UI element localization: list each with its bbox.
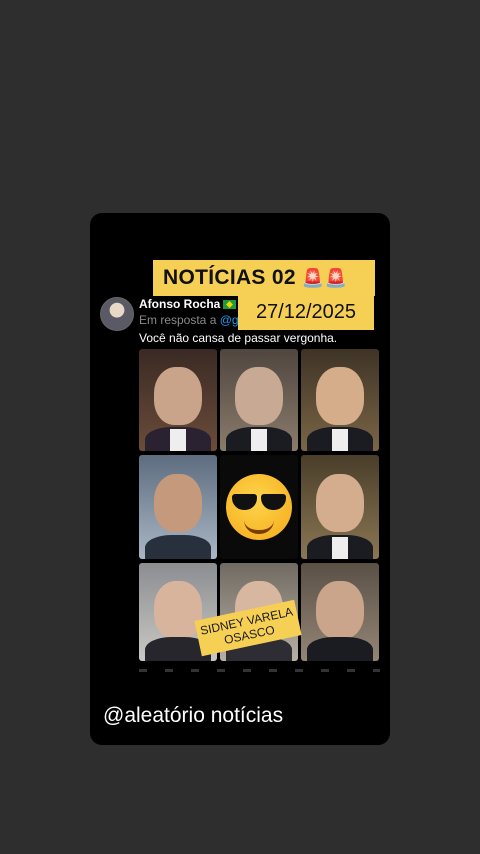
portrait-collar [251, 429, 267, 451]
portrait-collar [332, 537, 348, 559]
tweet-author[interactable]: Afonso Rocha [139, 297, 237, 311]
portrait-face [316, 367, 364, 426]
author-avatar[interactable] [100, 297, 134, 331]
reply-prefix: Em resposta a [139, 313, 217, 327]
portrait-face [316, 473, 364, 532]
portrait-face [235, 367, 283, 426]
news-date-tag: 27/12/2025 [238, 295, 374, 330]
sunglasses-emoji-icon [226, 474, 292, 540]
reply-line: Em resposta a @gl [139, 313, 241, 327]
portrait-face [154, 473, 202, 532]
portrait-collar [170, 429, 186, 451]
smile [244, 520, 274, 534]
photo-cell-5: BR RA [220, 455, 298, 559]
portrait-face [154, 367, 202, 426]
news-title-tag: NOTÍCIAS 02 🚨🚨 [153, 260, 375, 296]
portrait-collar [332, 429, 348, 451]
brazil-flag-icon [223, 300, 237, 310]
photo-cell-4 [139, 455, 217, 559]
story-card: Afonso Rocha Em resposta a @gl Você não … [90, 213, 390, 745]
photo-cell-3 [301, 349, 379, 451]
photo-cell-9 [301, 563, 379, 661]
photo-cell-6 [301, 455, 379, 559]
sunglasses [232, 494, 286, 512]
photo-cell-2 [220, 349, 298, 451]
watermark-handle: @aleatório notícias [103, 704, 284, 727]
portrait-robe [145, 535, 211, 559]
portrait-robe [307, 637, 373, 661]
tweet-text: Você não cansa de passar vergonha. [139, 331, 338, 345]
portrait-face [154, 580, 202, 639]
portrait-face [316, 580, 364, 639]
siren-emoji-icon: 🚨🚨 [301, 267, 348, 288]
cropped-row-strip [139, 669, 380, 672]
author-name: Afonso Rocha [139, 297, 221, 311]
photo-cell-1 [139, 349, 217, 451]
news-title: NOTÍCIAS 02 [163, 266, 296, 289]
